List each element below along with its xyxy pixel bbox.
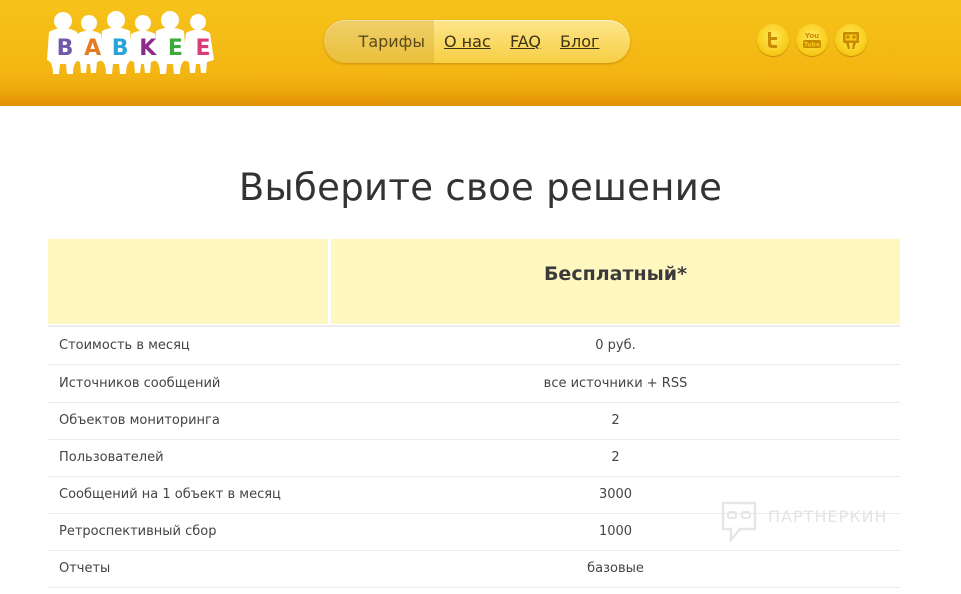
site-header: B A B K E E Тарифы О нас FAQ Блог You Tu…: [0, 0, 961, 106]
logo-letters: B A B K E E: [54, 35, 214, 63]
logo-letter: K: [139, 36, 157, 61]
row-value: 2: [611, 413, 620, 428]
row-label: Стоимость в месяц: [59, 338, 190, 353]
logo-letter: A: [84, 36, 102, 61]
row-value: 2: [611, 450, 620, 465]
watermark-icon: [721, 501, 757, 544]
watermark: ПАРТНЕРКИН: [720, 500, 920, 545]
main-nav: Тарифы О нас FAQ Блог: [324, 20, 630, 63]
page-title: Выберите свое решение: [238, 166, 723, 209]
table-header-plan: Бесплатный*: [331, 239, 900, 324]
nav-blog[interactable]: Блог: [560, 20, 599, 63]
logo-letter: B: [56, 36, 74, 61]
logo-letter: E: [167, 36, 183, 61]
table-row: Стоимость в месяц 0 руб.: [48, 327, 900, 365]
twitter-icon[interactable]: [757, 24, 789, 56]
row-label: Отчеты: [59, 561, 111, 576]
row-label: Источников сообщений: [59, 376, 221, 391]
row-value: базовые: [587, 561, 644, 576]
row-label: Сообщений на 1 объект в месяц: [59, 487, 281, 502]
table-row: Источников сообщений все источники + RSS: [48, 365, 900, 403]
table-header-empty: [48, 239, 328, 324]
row-label: Объектов мониторинга: [59, 413, 220, 428]
row-label: Пользователей: [59, 450, 164, 465]
table-row: Объектов мониторинга 2: [48, 402, 900, 440]
nav-faq[interactable]: FAQ: [510, 20, 541, 63]
logo-letter: E: [195, 36, 211, 61]
babkee-logo[interactable]: B A B K E E: [46, 10, 216, 76]
watermark-text: ПАРТНЕРКИН: [768, 507, 888, 526]
nav-tariffs[interactable]: Тарифы: [324, 20, 434, 63]
svg-text:You: You: [804, 32, 819, 40]
plan-name: Бесплатный*: [543, 263, 688, 285]
row-value: 0 руб.: [595, 338, 636, 353]
youtube-icon[interactable]: You Tube: [796, 24, 828, 56]
table-row: Пользователей 2: [48, 439, 900, 477]
logo-letter: B: [111, 36, 129, 61]
slideshare-icon[interactable]: [835, 24, 867, 56]
row-label: Ретроспективный сбор: [59, 524, 217, 539]
svg-text:Tube: Tube: [804, 42, 820, 49]
nav-tariffs-label: Тарифы: [358, 32, 425, 51]
table-row: Отчеты базовые: [48, 550, 900, 588]
row-value: все источники + RSS: [543, 376, 688, 391]
nav-about[interactable]: О нас: [444, 20, 491, 63]
